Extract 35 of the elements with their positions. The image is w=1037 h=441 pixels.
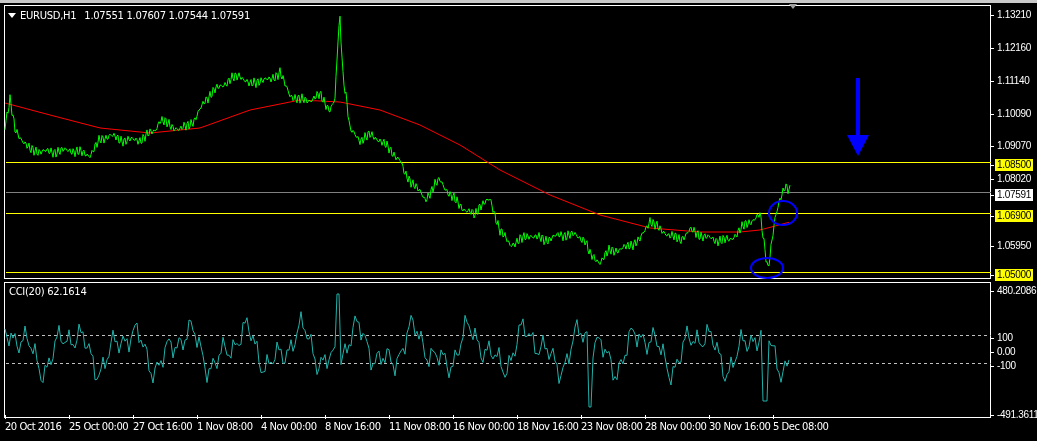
circle-marker xyxy=(750,257,784,279)
time-axis-label: 8 Nov 16:00 xyxy=(325,421,382,432)
time-axis-label: 11 Nov 08:00 xyxy=(389,421,452,432)
time-axis-label: 18 Nov 16:00 xyxy=(517,421,580,432)
indicator-axis-label: 480.2086 xyxy=(996,285,1037,297)
time-axis-label: 25 Oct 00:00 xyxy=(69,421,130,432)
time-axis-label: 28 Nov 00:00 xyxy=(645,421,708,432)
time-axis-label: 30 Nov 16:00 xyxy=(709,421,772,432)
price-axis-label: 1.10090 xyxy=(996,108,1033,120)
price-axis-label: 1.05000 xyxy=(995,269,1034,281)
indicator-title: CCI(20) 62.1614 xyxy=(9,286,87,297)
price-axis-label: 1.11140 xyxy=(996,75,1031,87)
price-axis-label: 1.09070 xyxy=(996,140,1033,152)
indicator-axis-label: 0.00 xyxy=(996,346,1017,358)
chart-shift-marker-icon xyxy=(789,4,797,9)
time-axis-label: 5 Dec 08:00 xyxy=(773,421,830,432)
price-axis-label: 1.07591 xyxy=(995,189,1034,201)
price-axis-label: 1.06900 xyxy=(995,210,1034,222)
time-axis-label: 4 Nov 00:00 xyxy=(261,421,318,432)
price-axis-label: 1.08020 xyxy=(996,173,1033,185)
indicator-axis-label: 100 xyxy=(996,332,1014,344)
price-axis-label: 1.13210 xyxy=(996,9,1033,21)
symbol-label: EURUSD,H1 xyxy=(20,10,77,21)
time-axis-label: 16 Nov 00:00 xyxy=(453,421,516,432)
time-axis-label: 23 Nov 08:00 xyxy=(581,421,644,432)
price-axis-label: 1.08500 xyxy=(995,159,1034,171)
price-axis-label: 1.12160 xyxy=(996,42,1033,54)
dropdown-icon[interactable] xyxy=(8,13,16,18)
ohlc-values: 1.07551 1.07607 1.07544 1.07591 xyxy=(84,10,250,21)
price-axis-label: 1.05950 xyxy=(996,240,1033,252)
time-axis-label: 1 Nov 08:00 xyxy=(197,421,254,432)
time-axis-label: 27 Oct 16:00 xyxy=(133,421,194,432)
time-axis-label: 20 Oct 2016 xyxy=(5,421,63,432)
circle-marker xyxy=(768,200,798,226)
indicator-axis-label: -100 xyxy=(996,360,1017,372)
